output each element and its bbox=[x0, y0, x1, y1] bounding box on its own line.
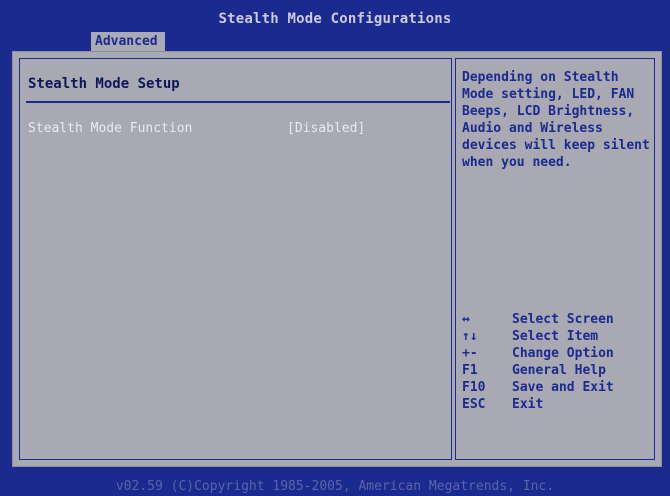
key-row-change-option: +- Change Option bbox=[462, 345, 652, 362]
key-row-save-exit: F10 Save and Exit bbox=[462, 379, 652, 396]
key-row-general-help: F1 General Help bbox=[462, 362, 652, 379]
bios-screen: Stealth Mode Configurations Advanced Ste… bbox=[0, 0, 670, 496]
key-change-option: +- bbox=[462, 346, 478, 361]
key-f10: F10 bbox=[462, 380, 486, 395]
title-bar: Stealth Mode Configurations bbox=[0, 0, 670, 30]
tab-advanced[interactable]: Advanced bbox=[91, 32, 165, 51]
settings-panel: Stealth Mode Setup Stealth Mode Function… bbox=[12, 51, 662, 467]
key-select-screen-icon: ↔ bbox=[462, 312, 470, 327]
key-row-exit: ESC Exit bbox=[462, 396, 652, 413]
section-divider bbox=[26, 101, 450, 103]
setting-label: Stealth Mode Function bbox=[28, 121, 193, 136]
setting-stealth-mode-function[interactable]: Stealth Mode Function [Disabled] bbox=[28, 121, 428, 139]
key-esc: ESC bbox=[462, 397, 486, 412]
key-desc: Exit bbox=[512, 397, 544, 412]
copyright-footer: v02.59 (C)Copyright 1985-2005, American … bbox=[115, 479, 555, 494]
key-desc: Select Screen bbox=[512, 312, 614, 327]
help-pane: Depending on Stealth Mode setting, LED, … bbox=[455, 58, 655, 460]
key-f1: F1 bbox=[462, 363, 478, 378]
help-text: Depending on Stealth Mode setting, LED, … bbox=[462, 70, 650, 170]
key-desc: General Help bbox=[512, 363, 606, 378]
page-title: Stealth Mode Configurations bbox=[218, 11, 452, 27]
key-desc: Save and Exit bbox=[512, 380, 614, 395]
main-pane: Stealth Mode Setup Stealth Mode Function… bbox=[19, 58, 452, 460]
key-row-select-screen: ↔ Select Screen bbox=[462, 311, 652, 328]
key-desc: Select Item bbox=[512, 329, 599, 344]
setting-value[interactable]: [Disabled] bbox=[287, 121, 365, 136]
key-select-item-icon: ↑↓ bbox=[462, 329, 478, 344]
section-title: Stealth Mode Setup bbox=[28, 76, 180, 92]
key-row-select-item: ↑↓ Select Item bbox=[462, 328, 652, 345]
key-legend: ↔ Select Screen ↑↓ Select Item +- Change… bbox=[462, 311, 652, 413]
key-desc: Change Option bbox=[512, 346, 614, 361]
